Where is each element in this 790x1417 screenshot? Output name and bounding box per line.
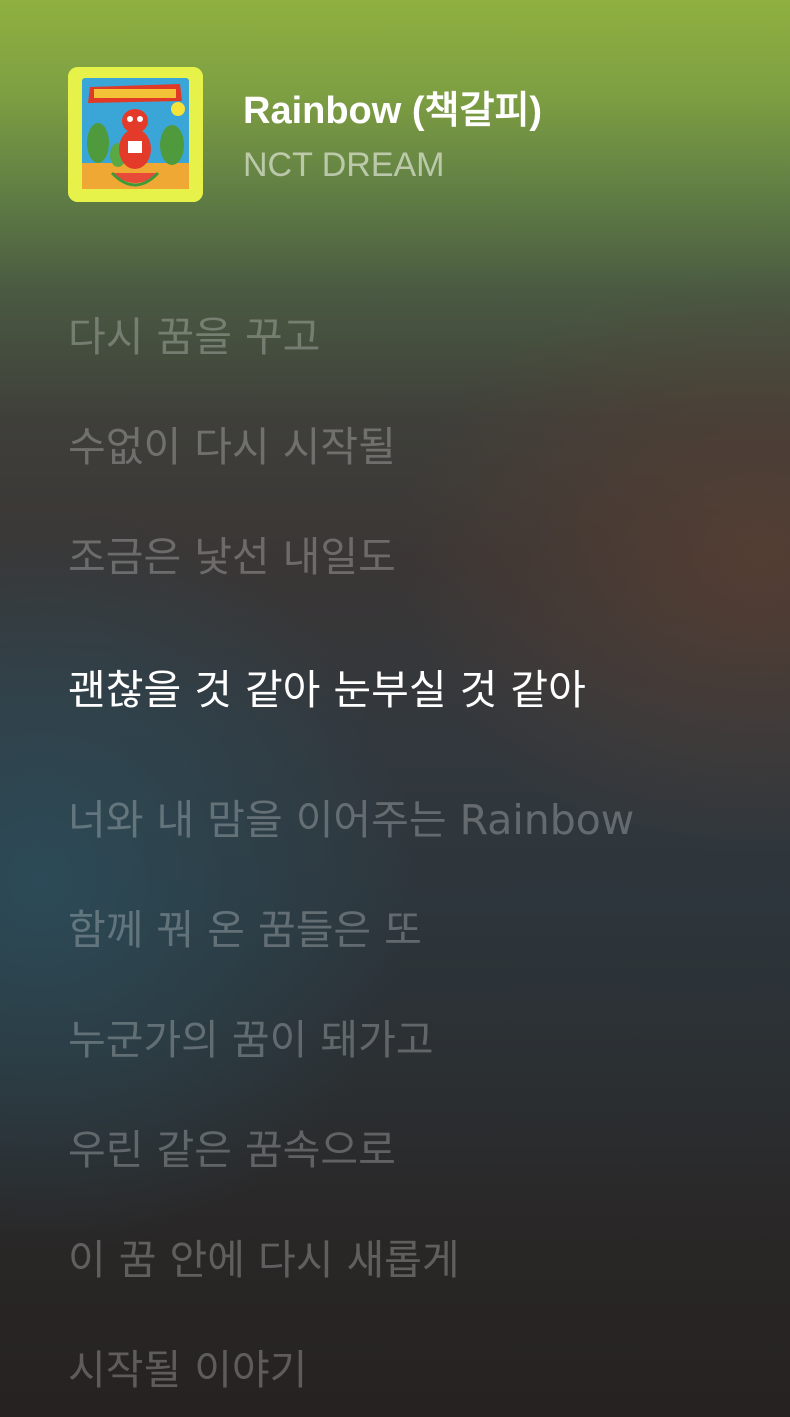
artist-name[interactable]: NCT DREAM xyxy=(243,143,445,187)
lyric-line[interactable]: 누군가의 꿈이 돼가고 xyxy=(68,1012,434,1068)
lyric-line[interactable]: 함께 꿔 온 꿈들은 또 xyxy=(68,902,422,958)
now-playing-header: Rainbow (책갈피) NCT DREAM xyxy=(68,67,758,202)
lyric-line[interactable]: 다시 꿈을 꾸고 xyxy=(68,309,320,365)
lyric-line-current[interactable]: 괜찮을 것 같아 눈부실 것 같아 xyxy=(68,662,586,718)
lyric-line[interactable]: 조금은 낯선 내일도 xyxy=(68,529,396,585)
lyric-line[interactable]: 우린 같은 꿈속으로 xyxy=(68,1122,396,1178)
song-title[interactable]: Rainbow (책갈피) xyxy=(243,87,542,135)
album-cover-icon xyxy=(68,67,203,202)
lyric-line[interactable]: 시작될 이야기 xyxy=(68,1342,307,1398)
lyric-line[interactable]: 너와 내 맘을 이어주는 Rainbow xyxy=(68,792,634,848)
album-art[interactable] xyxy=(68,67,203,202)
lyric-line[interactable]: 수없이 다시 시작될 xyxy=(68,419,396,475)
lyric-line[interactable]: 이 꿈 안에 다시 새롭게 xyxy=(68,1232,460,1288)
